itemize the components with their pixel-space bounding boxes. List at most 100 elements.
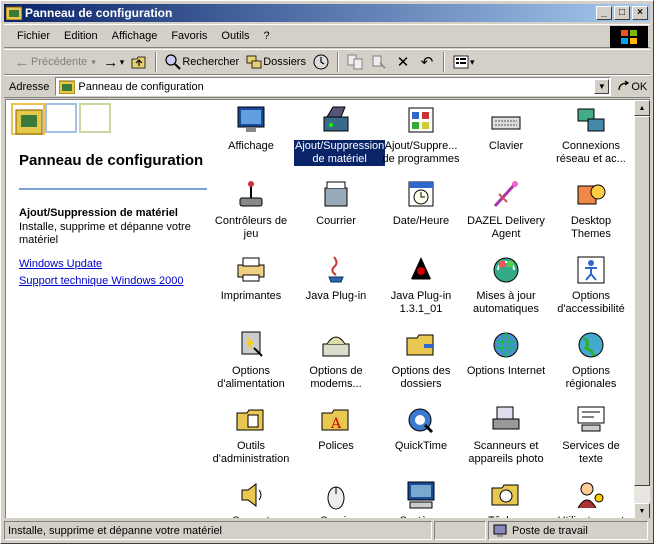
go-button[interactable]: OK	[617, 79, 647, 94]
control-panel-item[interactable]: Affichage	[209, 103, 293, 153]
item-label: Options des dossiers	[391, 365, 451, 390]
control-panel-item[interactable]: Options des dossiers	[379, 328, 463, 391]
control-panel-item[interactable]: Utilisateurs et	[549, 478, 633, 518]
left-pane-title: Panneau de configuration	[19, 152, 204, 169]
address-label: Adresse	[9, 80, 50, 93]
item-label: QuickTime	[394, 440, 448, 452]
control-panel-item[interactable]: Connexions réseau et ac...	[549, 103, 633, 166]
mail-icon	[324, 181, 348, 207]
menu-affichage[interactable]: Affichage	[105, 30, 165, 42]
control-panel-item[interactable]: Services de texte	[549, 403, 633, 466]
control-panel-item[interactable]: Options Internet	[464, 328, 548, 378]
control-panel-item[interactable]: Sons et	[209, 478, 293, 518]
control-panel-banner-icon	[11, 103, 111, 135]
address-dropdown-icon[interactable]: ▼	[594, 79, 610, 94]
control-panel-item[interactable]: Options d'alimentation	[209, 328, 293, 391]
control-panel-item[interactable]: Courrier	[294, 178, 378, 228]
selected-item-description: Installe, supprime et dépanne votre maté…	[19, 221, 191, 246]
scroll-thumb[interactable]	[634, 116, 650, 486]
address-bar: Adresse Panneau de configuration ▼ OK	[4, 75, 650, 98]
move-to-button[interactable]	[343, 51, 367, 73]
printers-icon	[237, 257, 265, 282]
control-panel-item[interactable]: Desktop Themes	[549, 178, 633, 241]
item-label: Contrôleurs de jeu	[214, 215, 288, 240]
menu-outils[interactable]: Outils	[214, 30, 256, 42]
control-panel-item[interactable]: QuickTime	[379, 403, 463, 453]
admin-tools-icon	[236, 409, 264, 431]
control-panel-item[interactable]: Souris	[294, 478, 378, 518]
copy-to-button[interactable]	[367, 51, 391, 73]
text-services-icon	[577, 406, 605, 432]
control-panel-item[interactable]: Outils d'administration	[209, 403, 293, 466]
item-label: Utilisateurs et	[557, 515, 626, 518]
forward-dropdown-icon[interactable]: ▾	[120, 57, 125, 68]
menu-fichier[interactable]: Fichier	[10, 30, 57, 42]
delete-icon: ✕	[396, 54, 410, 71]
control-panel-item[interactable]: Options de modems...	[294, 328, 378, 391]
support-link[interactable]: Support technique Windows 2000	[19, 275, 184, 287]
control-panel-item[interactable]: A Polices	[294, 403, 378, 453]
close-button[interactable]: ×	[632, 6, 648, 20]
address-input[interactable]: Panneau de configuration ▼	[55, 77, 612, 96]
auto-update-icon	[493, 257, 519, 283]
maximize-button[interactable]: □	[614, 6, 630, 20]
menu-bar: Fichier Edition Affichage Favoris Outils…	[4, 24, 650, 48]
status-text: Installe, supprime et dépanne votre maté…	[4, 521, 432, 540]
web-view-pane: Panneau de configuration Ajout/Suppressi…	[6, 100, 209, 518]
java-duke-icon	[411, 257, 431, 280]
address-value: Panneau de configuration	[78, 80, 204, 93]
control-panel-item[interactable]: DAZEL Delivery Agent	[464, 178, 548, 241]
vertical-scrollbar[interactable]: ▲ ▼	[634, 100, 650, 518]
menu-favoris[interactable]: Favoris	[164, 30, 214, 42]
scroll-up-icon[interactable]: ▲	[634, 100, 650, 116]
search-button[interactable]: Rechercher	[161, 51, 242, 73]
control-panel-item[interactable]: Options d'accessibilité	[549, 253, 633, 316]
item-label: Souris	[319, 515, 352, 518]
svg-text:A: A	[330, 416, 342, 432]
item-label: Desktop Themes	[570, 215, 612, 240]
folder-options-icon	[406, 334, 434, 356]
up-folder-button[interactable]	[127, 51, 151, 73]
back-button[interactable]: ← Précédente ▾	[10, 51, 99, 73]
title-bar[interactable]: Panneau de configuration _ □ ×	[4, 4, 650, 22]
folders-button[interactable]: Dossiers	[242, 51, 309, 73]
control-panel-item[interactable]: Date/Heure	[379, 178, 463, 228]
item-label: Options d'alimentation	[217, 365, 285, 390]
history-button[interactable]	[309, 51, 333, 73]
item-label: Système	[399, 515, 444, 518]
control-panel-item[interactable]: Imprimantes	[209, 253, 293, 303]
control-panel-item[interactable]: Scanneurs et appareils photo	[464, 403, 548, 466]
control-panel-item[interactable]: Java Plug-in 1.3.1_01	[379, 253, 463, 316]
forward-arrow-icon: →	[103, 53, 119, 71]
explorer-window: Panneau de configuration _ □ × Fichier E…	[0, 0, 654, 544]
control-panel-item[interactable]: Contrôleurs de jeu	[209, 178, 293, 241]
up-folder-icon	[131, 56, 146, 69]
views-dropdown-icon[interactable]: ▾	[470, 57, 475, 68]
windows-update-link[interactable]: Windows Update	[19, 258, 102, 270]
forward-button[interactable]: → ▾	[99, 51, 128, 73]
views-button[interactable]: ▾	[449, 51, 478, 73]
control-panel-item[interactable]: Mises à jour automatiques	[464, 253, 548, 316]
item-label: DAZEL Delivery Agent	[467, 215, 545, 240]
control-panel-item[interactable]: Ajout/Suppression de matériel	[292, 103, 387, 167]
back-dropdown-icon[interactable]: ▾	[91, 57, 96, 68]
minimize-button[interactable]: _	[596, 6, 612, 20]
history-icon	[313, 54, 329, 70]
control-panel-item[interactable]: Ajout/Suppre... de programmes	[379, 103, 463, 166]
control-panel-item[interactable]: Système	[379, 478, 463, 518]
control-panel-item[interactable]: Options régionales	[549, 328, 633, 391]
item-label: Java Plug-in 1.3.1_01	[390, 290, 452, 315]
toolbar-separator	[336, 52, 339, 72]
java-icon	[328, 256, 344, 283]
menu-aide[interactable]: ?	[257, 30, 277, 42]
delete-button[interactable]: ✕	[391, 51, 415, 73]
scroll-down-icon[interactable]: ▼	[634, 503, 650, 518]
control-panel-item[interactable]: Clavier	[464, 103, 548, 153]
toolbar-separator	[155, 52, 158, 72]
undo-button[interactable]: ↶	[415, 51, 439, 73]
item-label: Imprimantes	[220, 290, 282, 302]
menu-edition[interactable]: Edition	[57, 30, 105, 42]
keyboard-icon	[491, 116, 521, 130]
control-panel-item[interactable]: Tâches	[464, 478, 548, 518]
control-panel-item[interactable]: Java Plug-in	[294, 253, 378, 303]
